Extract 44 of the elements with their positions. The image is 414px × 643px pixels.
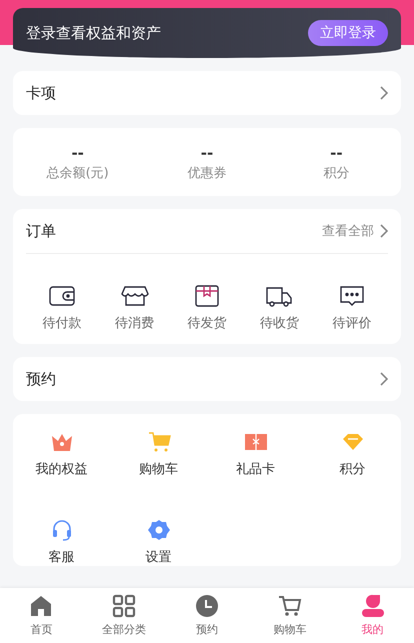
service-link[interactable]: 积分: [340, 460, 366, 478]
home-icon: [29, 594, 54, 618]
balance-label: 优惠券: [187, 165, 226, 182]
orders-title: 订单: [26, 222, 57, 240]
balance-value: --: [71, 144, 84, 162]
service-link[interactable]: 购物车: [139, 460, 178, 478]
cart-icon: [278, 594, 302, 618]
view-all-link[interactable]: 查看全部: [322, 222, 374, 240]
cart-icon[interactable]: [146, 430, 170, 454]
settings-icon[interactable]: [146, 518, 170, 542]
service-link[interactable]: 设置: [146, 548, 172, 566]
tab-item[interactable]: 预约: [166, 588, 248, 643]
row-label: 卡项: [26, 84, 56, 102]
chevron-right-icon: [380, 372, 388, 386]
chevron-right-icon: [380, 224, 388, 238]
order-status-link[interactable]: 待付款: [42, 314, 82, 332]
balance-label: 总余额(元): [46, 165, 109, 182]
grid-icon: [112, 594, 136, 618]
clock-icon: [194, 594, 219, 618]
wallet-icon[interactable]: [48, 284, 76, 308]
order-status-link[interactable]: 待发货: [188, 314, 227, 332]
tab-item[interactable]: 购物车: [248, 588, 332, 643]
tab-item[interactable]: 全部分类: [82, 588, 166, 643]
tab-item[interactable]: 首页: [0, 588, 83, 643]
cards-row[interactable]: 卡项: [13, 71, 401, 115]
service-link[interactable]: 礼品卡: [236, 460, 275, 478]
row-label: 预约: [26, 370, 56, 388]
box-icon[interactable]: [193, 284, 222, 308]
login-button[interactable]: 立即登录: [308, 20, 388, 46]
tab-item[interactable]: 我的: [331, 588, 414, 643]
balance-value: --: [330, 144, 343, 162]
shop-icon[interactable]: [120, 284, 149, 308]
service-link[interactable]: 客服: [48, 548, 74, 566]
order-status-link[interactable]: 待评价: [332, 314, 372, 332]
chat-icon[interactable]: [338, 284, 366, 308]
login-prompt: 登录查看权益和资产: [26, 24, 161, 42]
balance-value: --: [200, 144, 214, 162]
person-icon: [360, 594, 385, 618]
chevron-right-icon: [380, 86, 388, 100]
order-status-link[interactable]: 待收货: [260, 314, 299, 332]
balance-label: 积分: [323, 165, 350, 182]
order-status-link[interactable]: 待消费: [115, 314, 154, 332]
service-link[interactable]: 我的权益: [36, 460, 88, 478]
booking-row[interactable]: 预约: [13, 357, 401, 401]
